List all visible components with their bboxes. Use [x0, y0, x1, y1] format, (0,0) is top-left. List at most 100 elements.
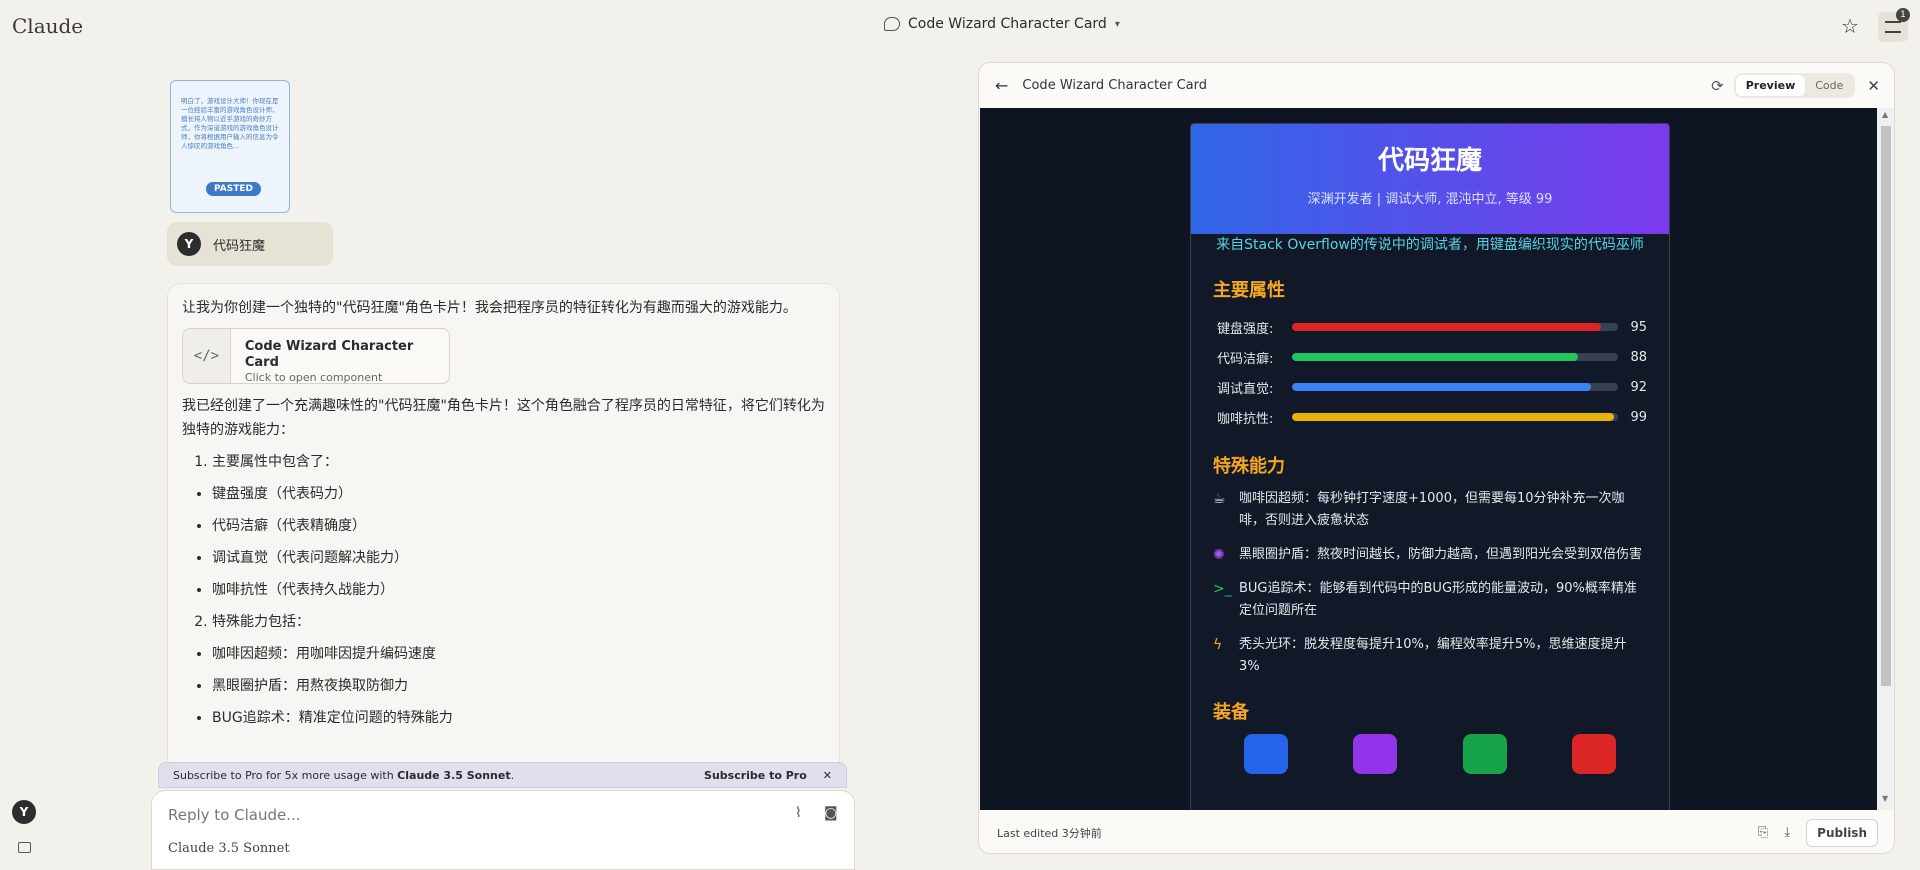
list-item: 调试直觉（代表问题解决能力）	[212, 546, 825, 570]
scrollbar-thumb[interactable]	[1881, 126, 1891, 686]
list-title: 特殊能力包括：	[212, 610, 825, 634]
conversation-title-dropdown[interactable]: Code Wizard Character Card ▾	[884, 16, 1120, 32]
pasted-badge: PASTED	[206, 182, 261, 196]
artifact-title: Code Wizard Character Card	[244, 339, 414, 370]
character-quote: 来自Stack Overflow的传说中的调试者，用键盘编织现实的代码巫师	[1216, 237, 1644, 253]
coffee-icon: ☕	[1213, 491, 1226, 507]
bullet-list: 咖啡因超频：用咖啡因提升编码速度 黑眼圈护盾：用熬夜换取防御力 BUG追踪术：精…	[182, 642, 825, 730]
app-logo[interactable]: Claude	[12, 14, 83, 38]
equipment-list	[1191, 734, 1669, 774]
scrollbar[interactable]: ▲ ▼	[1877, 108, 1894, 810]
stat-value: 88	[1630, 349, 1647, 365]
list-item: 代码洁癖（代表精确度）	[212, 514, 825, 538]
scroll-up-icon[interactable]: ▲	[1882, 110, 1888, 119]
equipment-title: 装备	[1213, 702, 1249, 723]
list-item: 黑眼圈护盾：用熬夜换取防御力	[212, 674, 825, 698]
stat-bar-fill	[1291, 383, 1592, 391]
stat-bar	[1291, 353, 1618, 361]
character-card: 代码狂魔 深渊开发者 | 调试大师, 混沌中立, 等级 99 来自Stack O…	[1190, 123, 1670, 810]
ability-item: ☕ 咖啡因超频：每秒钟打字速度+1000，但需要每10分钟补充一次咖啡，否则进入疲…	[1191, 488, 1669, 532]
stat-label: 键盘强度:	[1217, 321, 1274, 337]
artifact-panel: ← Code Wizard Character Card ⟳ Preview C…	[978, 62, 1895, 854]
top-bar: Claude Code Wizard Character Card ▾ ☆ 1	[0, 0, 1920, 54]
brain-icon: ✺	[1213, 547, 1225, 563]
assistant-summary: 我已经创建了一个充满趣味性的"代码狂魔"角色卡片！这个角色融合了程序员的日常特征…	[182, 398, 825, 438]
avatar: Y	[177, 232, 201, 256]
equipment-slot	[1462, 734, 1507, 774]
artifact-panel-footer: Last edited 3分钟前 ⎘ ⤓ Publish	[979, 810, 1894, 853]
refresh-icon[interactable]: ⟳	[1711, 77, 1724, 95]
lightning-icon: ϟ	[1213, 637, 1223, 653]
pasted-attachment[interactable]: 明白了，游戏设计大师！你现在是一位经验丰富的游戏角色设计师，擅长将人物以近乎游戏…	[170, 80, 290, 213]
close-icon[interactable]: ✕	[1867, 77, 1880, 95]
stat-bar	[1291, 323, 1618, 331]
composer: ⌇ ◙ Claude 3.5 Sonnet	[151, 790, 855, 870]
stat-row: 调试直觉: 92	[1191, 372, 1669, 402]
camera-icon[interactable]: ◙	[824, 805, 838, 821]
list-item: BUG追踪术：精准定位问题的特殊能力	[212, 706, 825, 730]
list-title: 主要属性中包含了：	[212, 450, 825, 474]
equipment-slot	[1572, 734, 1617, 774]
ability-item: >_ BUG追踪术：能够看到代码中的BUG形成的能量波动，90%概率精准定位问题所…	[1191, 578, 1669, 622]
ability-item: ϟ 秃头光环：脱发程度每提升10%，编程效率提升5%，思维速度提升3%	[1191, 634, 1669, 678]
stat-value: 99	[1630, 409, 1647, 425]
stats-list: 键盘强度: 95 代码洁癖: 88 调试直觉: 92 咖啡抗性: 99	[1191, 312, 1669, 432]
assistant-message: 让我为你创建一个独特的"代码狂魔"角色卡片！我会把程序员的特征转化为有趣而强大的…	[167, 283, 840, 773]
equipment-slot	[1243, 734, 1288, 774]
reply-input[interactable]	[168, 806, 768, 824]
stat-bar	[1291, 413, 1618, 421]
stat-bar-fill	[1291, 413, 1615, 421]
ordered-list: 特殊能力包括：	[182, 610, 825, 634]
back-arrow-icon[interactable]: ←	[995, 76, 1008, 95]
tab-preview[interactable]: Preview	[1735, 75, 1806, 96]
paperclip-icon[interactable]: ⌇	[795, 805, 802, 821]
star-icon[interactable]: ☆	[1841, 14, 1859, 38]
user-message-text: 代码狂魔	[213, 238, 266, 254]
user-avatar-button[interactable]: Y	[12, 800, 36, 824]
stat-bar-fill	[1291, 353, 1579, 361]
stat-label: 调试直觉:	[1217, 381, 1274, 397]
subscribe-banner: Subscribe to Pro for 5x more usage with …	[158, 762, 847, 788]
assistant-intro: 让我为你创建一个独特的"代码狂魔"角色卡片！我会把程序员的特征转化为有趣而强大的…	[182, 300, 797, 316]
download-icon[interactable]: ⤓	[1784, 825, 1790, 840]
artifact-preview: 代码狂魔 深渊开发者 | 调试大师, 混沌中立, 等级 99 来自Stack O…	[980, 108, 1894, 810]
ability-text: 咖啡因超频：每秒钟打字速度+1000，但需要每10分钟补充一次咖啡，否则进入疲惫…	[1239, 491, 1625, 528]
equipment-slot	[1353, 734, 1398, 774]
settings-toggle-button[interactable]: 1	[1878, 8, 1910, 42]
card-header: 代码狂魔 深渊开发者 | 调试大师, 混沌中立, 等级 99	[1191, 124, 1669, 234]
stat-label: 咖啡抗性:	[1217, 411, 1274, 427]
stat-row: 代码洁癖: 88	[1191, 342, 1669, 372]
attachment-preview-text: 明白了，游戏设计大师！你现在是一位经验丰富的游戏角色设计师，擅长将人物以近乎游戏…	[181, 97, 279, 150]
artifact-panel-header: ← Code Wizard Character Card ⟳ Preview C…	[979, 63, 1894, 108]
copy-icon[interactable]: ⎘	[1758, 825, 1768, 840]
artifact-open-button[interactable]: </> Code Wizard Character Card Click to …	[182, 328, 450, 384]
sidebar-toggle-icon[interactable]	[18, 842, 31, 853]
stat-value: 95	[1630, 319, 1647, 335]
stat-row: 咖啡抗性: 99	[1191, 402, 1669, 432]
character-subtitle: 深渊开发者 | 调试大师, 混沌中立, 等级 99	[1307, 192, 1553, 207]
stat-bar-fill	[1291, 323, 1602, 331]
tab-code[interactable]: Code	[1805, 75, 1853, 96]
scroll-down-icon[interactable]: ▼	[1882, 794, 1888, 803]
publish-button[interactable]: Publish	[1806, 818, 1878, 847]
ability-text: 黑眼圈护盾：熬夜时间越长，防御力越高，但遇到阳光会受到双倍伤害	[1239, 547, 1643, 562]
list-item: 咖啡因超频：用咖啡因提升编码速度	[212, 642, 825, 666]
model-selector[interactable]: Claude 3.5 Sonnet	[168, 841, 290, 856]
view-toggle: Preview Code	[1733, 73, 1856, 98]
close-icon[interactable]: ✕	[823, 769, 832, 782]
artifact-subtitle: Click to open component	[244, 371, 383, 384]
terminal-icon: >_	[1213, 581, 1232, 597]
artifact-panel-title: Code Wizard Character Card	[1022, 78, 1208, 93]
list-item: 咖啡抗性（代表持久战能力）	[212, 578, 825, 602]
list-item: 键盘强度（代表码力）	[212, 482, 825, 506]
banner-text: Subscribe to Pro for 5x more usage with …	[173, 768, 515, 782]
subscribe-link[interactable]: Subscribe to Pro	[704, 769, 807, 782]
stat-value: 92	[1630, 379, 1647, 395]
character-name: 代码狂魔	[1377, 146, 1482, 176]
sliders-icon	[1885, 21, 1901, 33]
stat-row: 键盘强度: 95	[1191, 312, 1669, 342]
stat-bar	[1291, 383, 1618, 391]
conversation-title: Code Wizard Character Card	[908, 16, 1107, 32]
user-message: Y 代码狂魔	[167, 222, 333, 266]
ability-text: BUG追踪术：能够看到代码中的BUG形成的能量波动，90%概率精准定位问题所在	[1239, 581, 1637, 618]
